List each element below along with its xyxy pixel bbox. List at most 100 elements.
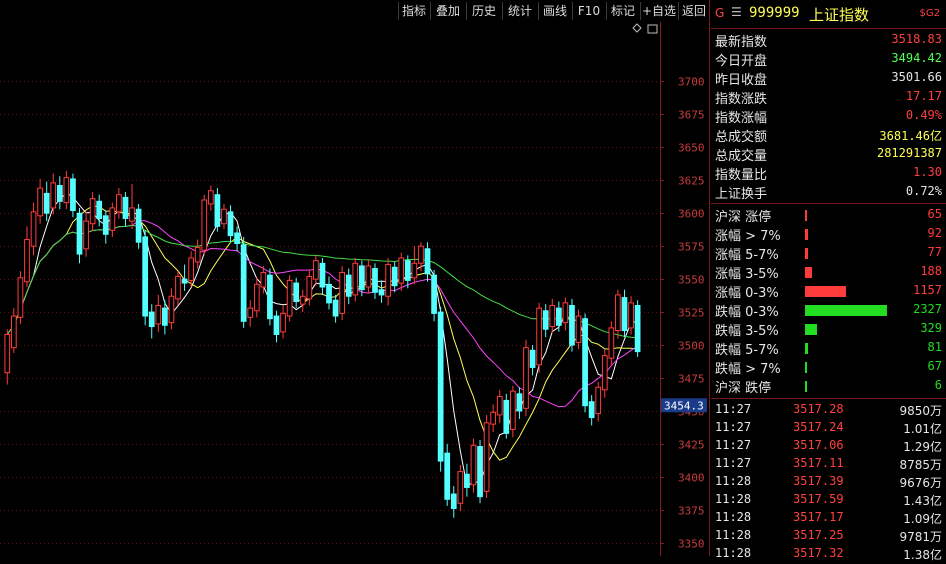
candle	[10, 308, 17, 353]
candle	[339, 265, 346, 320]
candle-body	[70, 178, 76, 212]
distribution-value: 1157	[913, 283, 942, 297]
distribution-label: 涨幅 > 7%	[715, 229, 781, 244]
tick-time: 11:28	[715, 528, 752, 542]
distribution-label: 跌幅 0-3%	[715, 305, 779, 320]
quote-label: 总成交额	[715, 130, 768, 145]
candle	[404, 255, 411, 289]
candle-body	[490, 411, 497, 425]
candle	[345, 268, 352, 305]
distribution-bar	[805, 267, 812, 278]
candle-body	[155, 304, 162, 325]
candle-body	[10, 315, 17, 349]
distribution-value: 81	[927, 340, 942, 354]
y-tick-label: 3525	[678, 307, 705, 320]
indicator-button[interactable]: 指标	[398, 2, 429, 20]
f10-button[interactable]: F10	[572, 2, 605, 20]
candle	[582, 313, 588, 413]
distribution-value: 77	[927, 245, 942, 259]
candle	[542, 304, 549, 338]
menu-icon[interactable]: ☰	[731, 5, 742, 19]
tick-price: 3517.24	[793, 420, 844, 434]
candle-body	[260, 272, 267, 288]
candle-body	[549, 304, 556, 328]
candle	[437, 306, 444, 472]
y-tick-label: 3550	[678, 274, 705, 287]
candle-body	[227, 211, 234, 237]
candle-body	[516, 393, 523, 412]
distribution-bar	[805, 248, 808, 259]
distribution-label: 跌幅 3-5%	[715, 324, 779, 339]
candle-body	[496, 395, 503, 416]
candle-body	[286, 279, 293, 317]
quote-label: 指数量比	[715, 168, 768, 183]
distribution-value: 67	[927, 359, 942, 373]
candle-body	[358, 265, 365, 291]
candle-body	[135, 208, 142, 243]
kline-chart-svg[interactable]: 3350337534003425345034753500352535503575…	[0, 22, 710, 556]
tick-volume: 9676万	[899, 476, 942, 490]
candle-body	[601, 355, 608, 391]
distribution-row: 涨幅 > 7% 92	[711, 225, 946, 244]
mark-button[interactable]: 标记	[606, 2, 639, 20]
candle	[253, 277, 260, 318]
y-tick-label: 3600	[678, 208, 705, 221]
candle-body	[76, 212, 83, 255]
candle	[615, 289, 621, 339]
candle	[470, 438, 477, 493]
candle-body	[608, 327, 615, 359]
quote-row: 指数涨幅 0.49%	[711, 107, 946, 126]
candle-body	[588, 401, 595, 419]
candle-body	[240, 244, 247, 322]
candle-body	[162, 307, 168, 326]
y-tick-label: 3650	[678, 142, 705, 155]
candle-body	[477, 446, 483, 498]
window-icon[interactable]	[647, 24, 658, 34]
tick-price: 3517.25	[793, 528, 844, 542]
distribution-bar	[805, 381, 807, 392]
draw-line-button[interactable]: 画线	[538, 2, 571, 20]
candle-body	[24, 239, 30, 283]
quote-row: 指数涨跌 17.17	[711, 88, 946, 107]
candle-body	[319, 262, 326, 288]
candle-body	[404, 260, 411, 281]
y-tick-label: 3425	[678, 439, 705, 452]
candle-body	[398, 257, 405, 284]
candle	[588, 395, 595, 426]
candle	[247, 300, 254, 327]
add-favorite-button[interactable]: +自选	[640, 2, 677, 20]
back-button[interactable]: 返回	[678, 2, 709, 20]
candle	[332, 294, 339, 323]
candle-body	[247, 307, 254, 318]
quote-label: 指数涨跌	[715, 92, 768, 107]
quote-value: 17.17	[905, 89, 942, 103]
candle	[227, 205, 234, 243]
tick-price: 3517.39	[793, 474, 844, 488]
candle	[509, 385, 516, 438]
candle	[142, 230, 149, 326]
history-button[interactable]: 历史	[466, 2, 501, 20]
quote-panel: G ☰ 999999 上证指数 $G2 最新指数 3518.83 今日开盘 3494.…	[711, 0, 946, 562]
candle	[267, 268, 273, 326]
candle-body	[345, 274, 352, 297]
candle-body	[372, 268, 378, 293]
candle-body	[411, 262, 418, 279]
candle	[326, 276, 332, 310]
divider	[711, 203, 946, 204]
candle	[569, 298, 575, 352]
candle	[299, 289, 306, 313]
candle	[273, 310, 280, 343]
distribution-row: 涨幅 0-3% 1157	[711, 282, 946, 301]
candle	[562, 297, 569, 331]
candle	[207, 185, 214, 211]
statistics-button[interactable]: 统计	[502, 2, 537, 20]
candle-body	[207, 190, 214, 205]
candle-body	[234, 232, 240, 245]
tick-price: 3517.17	[793, 510, 844, 524]
diamond-icon[interactable]	[632, 23, 642, 33]
chart-corner-controls[interactable]	[632, 23, 658, 34]
overlay-button[interactable]: 叠加	[430, 2, 465, 20]
candle-body	[628, 302, 634, 329]
kline-chart[interactable]: 3350337534003425345034753500352535503575…	[0, 22, 710, 556]
candle-body	[615, 294, 621, 332]
